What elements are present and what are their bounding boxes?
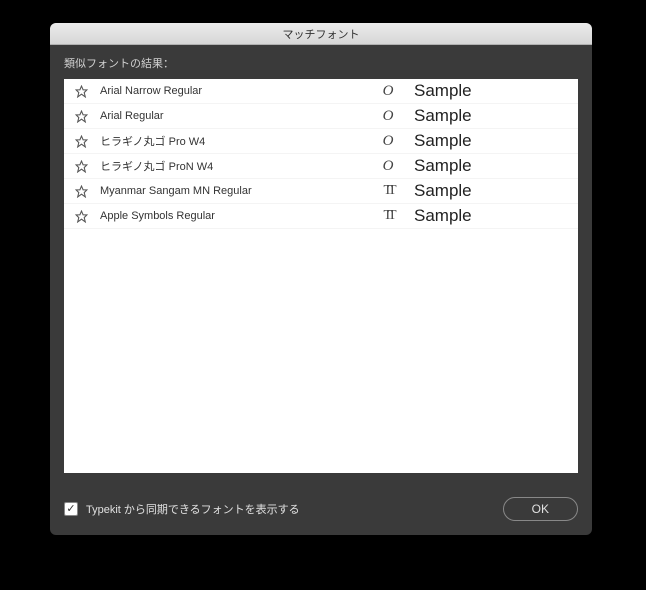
favorite-star[interactable] [64, 135, 98, 148]
favorite-star[interactable] [64, 160, 98, 173]
font-sample: Sample [408, 106, 578, 126]
star-icon [75, 110, 88, 123]
star-icon [75, 160, 88, 173]
match-font-dialog: マッチフォント 類似フォントの結果： Arial Narrow Regular O… [50, 23, 592, 535]
font-row[interactable]: ヒラギノ丸ゴ ProN W4 O Sample [64, 154, 578, 179]
font-type-icon: O [368, 108, 408, 125]
font-sample: Sample [408, 156, 578, 176]
opentype-icon: O [383, 83, 394, 100]
content-frame: Arial Narrow RegularOSampleArial Regular… [64, 79, 578, 473]
check-icon: ✓ [66, 504, 75, 515]
favorite-star[interactable] [64, 210, 98, 223]
font-type-icon: TT [368, 183, 408, 199]
window-title: マッチフォント [283, 26, 360, 42]
font-row[interactable]: Apple Symbols Regular TT Sample [64, 204, 578, 229]
titlebar: マッチフォント [50, 23, 592, 45]
font-name: Arial Narrow Regular [98, 85, 368, 97]
opentype-icon: O [383, 108, 394, 125]
font-sample: Sample [408, 81, 578, 101]
results-label: 類似フォントの結果： [50, 45, 592, 79]
favorite-star[interactable] [64, 85, 98, 98]
font-row[interactable]: Arial Regular O Sample [64, 104, 578, 129]
font-type-icon: O [368, 83, 408, 100]
font-sample: Sample [408, 131, 578, 151]
font-row[interactable]: ヒラギノ丸ゴ Pro W4 O Sample [64, 129, 578, 154]
font-name: Myanmar Sangam MN Regular [98, 185, 368, 197]
star-icon [75, 185, 88, 198]
font-type-icon: O [368, 133, 408, 150]
favorite-star[interactable] [64, 110, 98, 123]
font-name: Apple Symbols Regular [98, 210, 368, 222]
star-icon [75, 135, 88, 148]
font-row[interactable]: Arial Narrow Regular O Sample [64, 79, 578, 104]
typekit-checkbox[interactable]: ✓ [64, 502, 78, 516]
truetype-icon: TT [383, 208, 392, 224]
star-icon [75, 85, 88, 98]
font-name: Arial Regular [98, 110, 368, 122]
truetype-icon: TT [383, 183, 392, 199]
favorite-star[interactable] [64, 185, 98, 198]
font-sample: Sample [408, 181, 578, 201]
font-row[interactable]: Myanmar Sangam MN Regular TT Sample [64, 179, 578, 204]
font-list[interactable]: Arial Narrow RegularOSampleArial Regular… [64, 79, 578, 473]
footer: ✓ Typekit から同期できるフォントを表示する OK [50, 487, 592, 535]
opentype-icon: O [383, 133, 394, 150]
font-type-icon: O [368, 158, 408, 175]
typekit-checkbox-label: Typekit から同期できるフォントを表示する [86, 501, 495, 517]
opentype-icon: O [383, 158, 394, 175]
font-name: ヒラギノ丸ゴ ProN W4 [98, 158, 368, 174]
ok-button[interactable]: OK [503, 497, 578, 521]
star-icon [75, 210, 88, 223]
font-type-icon: TT [368, 208, 408, 224]
font-name: ヒラギノ丸ゴ Pro W4 [98, 133, 368, 149]
font-sample: Sample [408, 206, 578, 226]
